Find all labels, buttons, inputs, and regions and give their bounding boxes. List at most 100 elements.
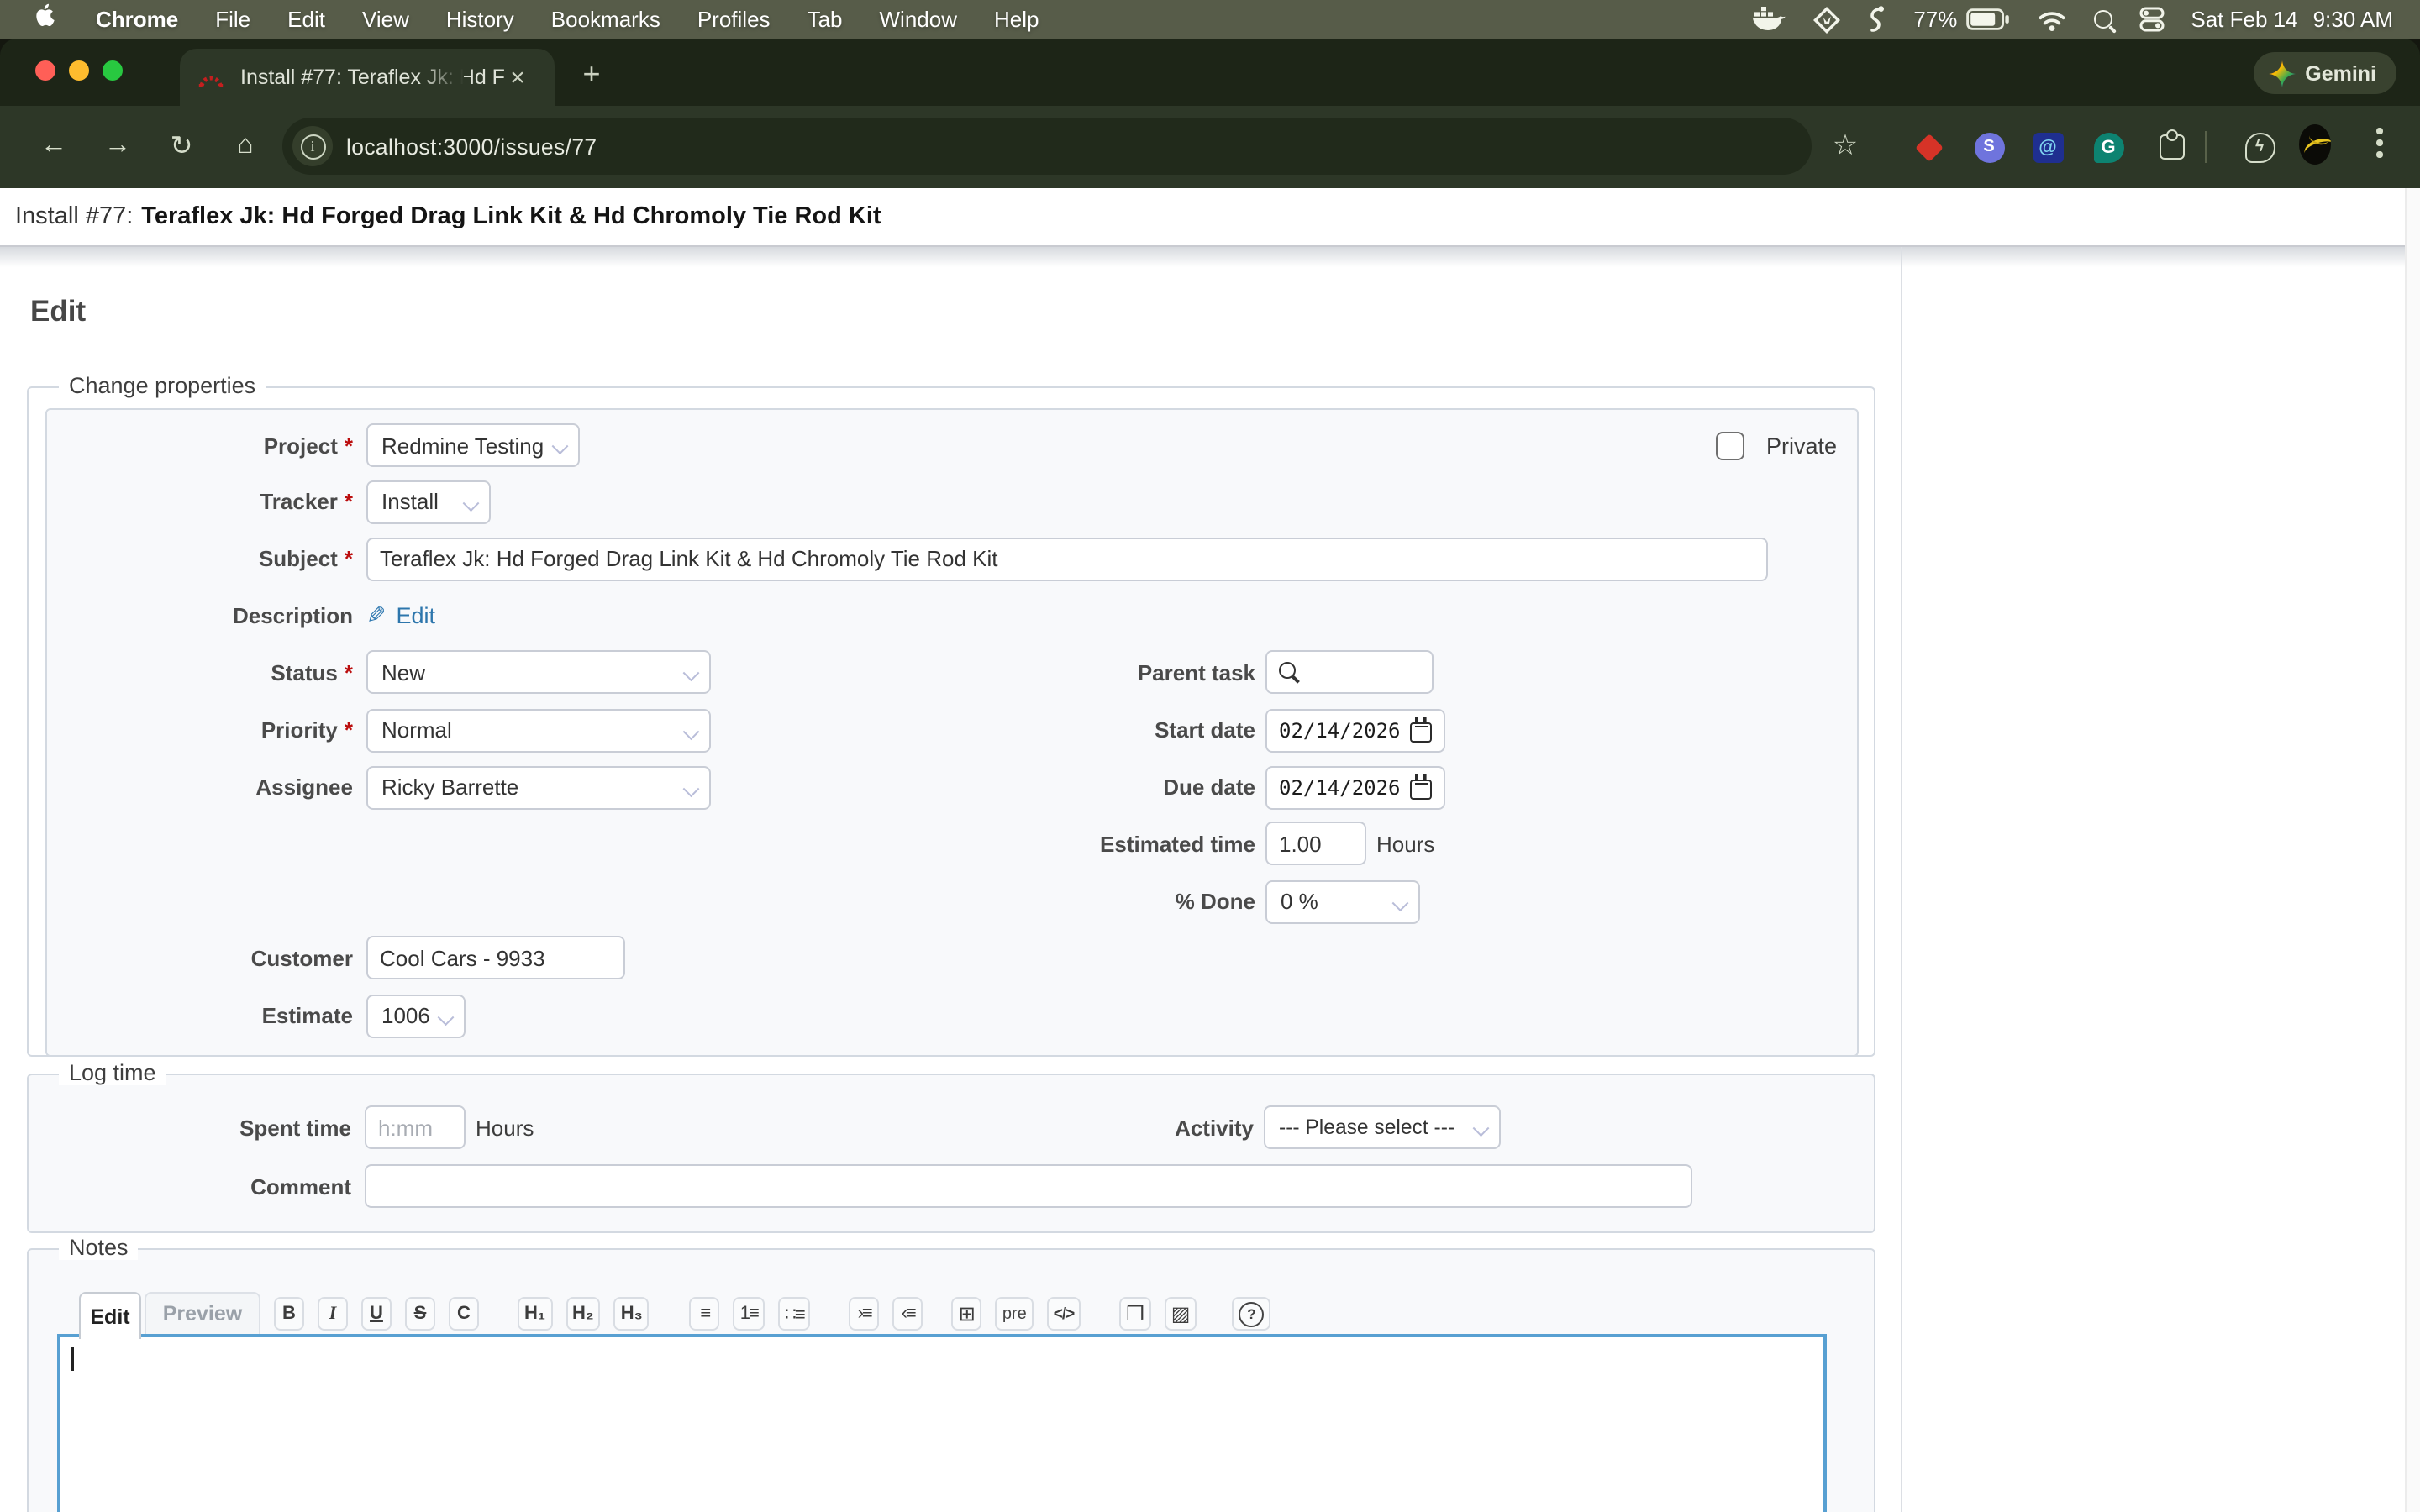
extension-lock-icon[interactable]: @: [2032, 131, 2064, 163]
bullet-list-button[interactable]: ≡: [690, 1297, 720, 1331]
traffic-minimize-button[interactable]: [69, 60, 89, 81]
menu-item-tab[interactable]: Tab: [808, 7, 843, 32]
status-row: Status* New Parent task: [47, 650, 1857, 694]
energy-saver-icon[interactable]: ϟ: [2244, 131, 2275, 163]
tab-close-icon[interactable]: ×: [501, 60, 534, 94]
subject-row: Subject*: [47, 537, 1857, 580]
heading3-button[interactable]: H₃: [614, 1297, 650, 1331]
blockquote-button[interactable]: ›≡: [850, 1297, 880, 1331]
traffic-close-button[interactable]: [35, 60, 55, 81]
spent-time-input[interactable]: [365, 1105, 466, 1149]
wiki-link-button[interactable]: ❐: [1119, 1297, 1151, 1331]
customer-input[interactable]: [366, 936, 625, 979]
definition-list-button[interactable]: ∷≡: [778, 1297, 811, 1331]
reload-icon[interactable]: ↻: [161, 126, 202, 166]
help-button[interactable]: ?: [1232, 1297, 1270, 1331]
heading1-button[interactable]: H₁: [518, 1297, 552, 1331]
notes-textarea[interactable]: [57, 1333, 1827, 1512]
traffic-zoom-button[interactable]: [103, 60, 123, 81]
due-date-label: Due date: [1163, 774, 1255, 800]
edit-section-heading: Edit: [30, 294, 86, 329]
menu-item-file[interactable]: File: [215, 7, 250, 32]
url-text[interactable]: localhost:3000/issues/77: [346, 134, 597, 159]
grammarly-icon[interactable]: G: [2092, 131, 2124, 163]
subject-input[interactable]: [366, 537, 1768, 580]
redmine-favicon: [198, 66, 224, 88]
edit-pencil-icon[interactable]: ✎: [366, 601, 386, 629]
extensions-puzzle-icon[interactable]: [2156, 131, 2188, 163]
private-checkbox[interactable]: [1716, 431, 1744, 459]
menu-item-edit[interactable]: Edit: [287, 7, 325, 32]
menu-item-history[interactable]: History: [446, 7, 514, 32]
estimate-select[interactable]: 1006: [366, 994, 466, 1037]
description-row: Description ✎ Edit: [47, 593, 1857, 637]
back-icon[interactable]: ←: [34, 126, 74, 166]
numbered-list-button[interactable]: 1≡: [734, 1297, 765, 1331]
extension-purple-icon[interactable]: S: [1973, 131, 2005, 163]
tracker-select[interactable]: Install: [366, 480, 491, 523]
spotlight-search-icon[interactable]: [2093, 10, 2112, 29]
assignee-select[interactable]: Ricky Barrette: [366, 765, 711, 809]
required-marker: *: [345, 433, 353, 458]
assignee-row: Assignee Ricky Barrette Due date 02/14/2…: [47, 765, 1857, 809]
seahorse-icon[interactable]: [1866, 4, 1886, 34]
image-button[interactable]: ▨: [1165, 1297, 1197, 1331]
chrome-window: Install #77: Teraflex Jk: Hd Fo × + Gemi…: [0, 39, 2420, 1512]
private-field: Private: [1716, 423, 1837, 467]
menu-item-view[interactable]: View: [362, 7, 409, 32]
battery-status[interactable]: 77%: [1913, 7, 2009, 32]
calendar-icon[interactable]: [1411, 779, 1433, 799]
strikethrough-button[interactable]: S: [405, 1297, 435, 1331]
parent-task-label: Parent task: [1138, 659, 1255, 685]
menu-item-window[interactable]: Window: [880, 7, 958, 32]
inline-code-button[interactable]: C: [449, 1297, 479, 1331]
italic-button[interactable]: I: [318, 1297, 348, 1331]
notes-tab-preview[interactable]: Preview: [145, 1292, 260, 1334]
bold-button[interactable]: B: [274, 1297, 304, 1331]
tracker-row: Tracker* Install: [47, 480, 1857, 523]
home-icon[interactable]: ⌂: [225, 126, 266, 166]
status-select[interactable]: New: [366, 650, 711, 694]
omnibox[interactable]: i localhost:3000/issues/77: [282, 118, 1812, 175]
chrome-menu-icon[interactable]: [2376, 128, 2383, 165]
menu-item-profiles[interactable]: Profiles: [697, 7, 771, 32]
start-date-input[interactable]: 02/14/2026: [1265, 708, 1446, 752]
menu-item-help[interactable]: Help: [994, 7, 1039, 32]
content-sidebar-divider: [1901, 247, 1902, 1512]
wifi-icon[interactable]: [2036, 8, 2066, 31]
menu-item-chrome[interactable]: Chrome: [96, 7, 178, 32]
forward-icon[interactable]: →: [97, 126, 138, 166]
calendar-icon[interactable]: [1411, 722, 1433, 742]
bookmark-star-icon[interactable]: ☆: [1825, 126, 1865, 166]
apple-icon[interactable]: [34, 3, 59, 36]
browser-tab-active[interactable]: Install #77: Teraflex Jk: Hd Fo ×: [180, 49, 555, 106]
menubar-clock[interactable]: Sat Feb 14 9:30 AM: [2191, 7, 2393, 32]
table-button[interactable]: ⊞: [952, 1297, 982, 1331]
description-edit-link[interactable]: Edit: [396, 602, 435, 627]
docker-icon[interactable]: [1752, 7, 1786, 32]
priority-select[interactable]: Normal: [366, 708, 711, 752]
estimated-time-input[interactable]: [1265, 822, 1366, 865]
estimated-time-row: Estimated time Hours: [47, 822, 1857, 865]
due-date-input[interactable]: 02/14/2026: [1265, 765, 1446, 809]
control-center-icon[interactable]: [2139, 7, 2164, 32]
vault-icon[interactable]: [1812, 6, 1839, 33]
preformatted-button[interactable]: pre: [996, 1297, 1034, 1331]
project-select[interactable]: Redmine Testing: [366, 423, 580, 467]
site-info-icon[interactable]: i: [292, 126, 333, 166]
project-row: Project* Redmine Testing Private: [47, 423, 1857, 467]
menu-item-bookmarks[interactable]: Bookmarks: [551, 7, 660, 32]
extension-red-icon[interactable]: [1912, 131, 1944, 163]
new-tab-button[interactable]: +: [571, 54, 612, 94]
activity-select[interactable]: --- Please select ---: [1264, 1105, 1501, 1149]
notes-tab-edit[interactable]: Edit: [79, 1292, 141, 1339]
code-block-button[interactable]: </>: [1047, 1297, 1081, 1331]
comment-input[interactable]: [365, 1164, 1692, 1208]
unquote-button[interactable]: ‹≡: [893, 1297, 923, 1331]
done-ratio-select[interactable]: 0 %: [1265, 879, 1420, 923]
profile-avatar[interactable]: [2299, 128, 2331, 160]
underline-button[interactable]: U: [361, 1297, 392, 1331]
page-scrollbar[interactable]: [2405, 188, 2420, 1512]
heading2-button[interactable]: H₂: [566, 1297, 601, 1331]
gemini-button[interactable]: Gemini: [2253, 52, 2396, 94]
